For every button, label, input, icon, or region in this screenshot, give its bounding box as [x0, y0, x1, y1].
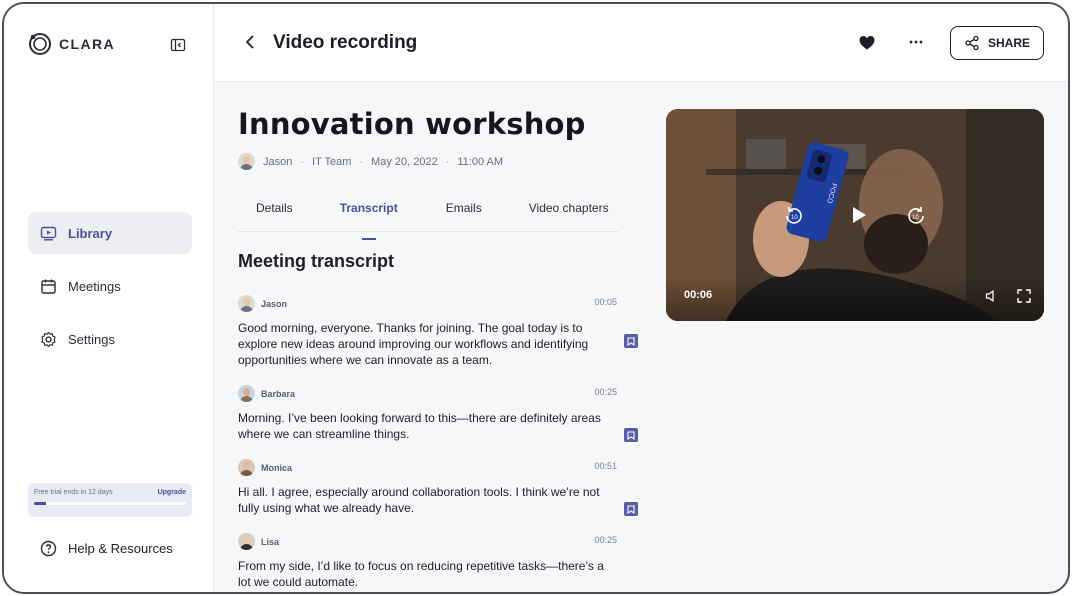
- sidebar-item-label: Library: [68, 225, 113, 241]
- svg-text:10: 10: [791, 215, 798, 221]
- clara-logo-icon: [29, 33, 51, 55]
- play-square-icon: [40, 226, 57, 241]
- meta-time: 11:00 AM: [457, 155, 504, 168]
- entry-timestamp[interactable]: 00:25: [594, 535, 617, 545]
- meeting-meta: Jason · IT Team · May 20, 2022 · 11:00 A…: [238, 153, 503, 170]
- meta-host: Jason: [263, 155, 293, 168]
- transcript-entry: Jason 00:05 Good morning, everyone. Than…: [238, 295, 638, 385]
- entry-text: Morning. I’ve been looking forward to th…: [238, 411, 601, 441]
- sidebar-item-label: Meetings: [68, 278, 121, 294]
- tab-transcript[interactable]: Transcript: [340, 197, 398, 240]
- svg-text:10: 10: [912, 215, 919, 221]
- fullscreen-icon[interactable]: [1016, 288, 1032, 304]
- transcript-heading: Meeting transcript: [238, 251, 395, 271]
- sidebar: CLARA Library Meetings Settings Free tri…: [4, 4, 214, 592]
- bookmark-button[interactable]: [624, 502, 638, 516]
- forward-10-icon[interactable]: 10: [904, 203, 928, 227]
- meta-separator: ·: [300, 155, 305, 168]
- meta-separator: ·: [445, 155, 450, 168]
- speaker-avatar: [238, 295, 255, 312]
- transcript-entry: Monica 00:51 Hi all. I agree, especially…: [238, 459, 638, 533]
- help-label: Help & Resources: [68, 541, 173, 556]
- bookmark-button[interactable]: [624, 428, 638, 442]
- entry-text: Hi all. I agree, especially around colla…: [238, 485, 600, 515]
- sidebar-collapse-icon: [170, 38, 186, 52]
- meta-team: IT Team: [312, 155, 352, 168]
- speaker-avatar: [238, 533, 255, 550]
- host-avatar: [238, 153, 255, 170]
- share-button[interactable]: SHARE: [950, 26, 1044, 60]
- transcript-entry: Barbara 00:25 Morning. I’ve been looking…: [238, 385, 638, 459]
- share-label: SHARE: [987, 36, 1030, 50]
- entry-timestamp[interactable]: 00:05: [594, 297, 617, 307]
- sidebar-item-meetings[interactable]: Meetings: [28, 265, 192, 307]
- trial-text: Free trial ends in 12 days: [34, 489, 113, 496]
- speaker-name: Jason: [261, 298, 288, 309]
- upgrade-link[interactable]: Upgrade: [158, 489, 186, 496]
- entry-timestamp[interactable]: 00:25: [594, 387, 617, 397]
- share-icon: [965, 35, 979, 51]
- play-icon[interactable]: [844, 201, 872, 229]
- meeting-title: Innovation workshop: [238, 107, 586, 141]
- entry-timestamp[interactable]: 00:51: [594, 461, 617, 471]
- current-time: 00:06: [684, 289, 713, 301]
- sidebar-item-label: Settings: [68, 331, 115, 347]
- speaker-name: Barbara: [261, 388, 296, 399]
- tab-emails[interactable]: Emails: [446, 197, 482, 231]
- bookmark-icon: [627, 430, 635, 440]
- main-content: Innovation workshop Jason · IT Team · Ma…: [214, 83, 1068, 592]
- collapse-sidebar-button[interactable]: [170, 37, 186, 53]
- meeting-tabs: Details Transcript Emails Video chapters: [238, 197, 618, 240]
- more-icon: [909, 40, 923, 44]
- favorite-button[interactable]: [858, 34, 876, 57]
- trial-progress-fill: [34, 502, 47, 505]
- meta-date: May 20, 2022: [371, 155, 438, 168]
- more-options-button[interactable]: [908, 34, 924, 54]
- sidebar-nav: Library Meetings Settings: [28, 212, 192, 371]
- speaker-avatar: [238, 385, 255, 402]
- rewind-10-icon[interactable]: 10: [782, 203, 806, 227]
- calendar-icon: [41, 279, 56, 294]
- sidebar-item-library[interactable]: Library: [28, 212, 192, 254]
- meta-separator: ·: [359, 155, 364, 168]
- volume-icon[interactable]: [984, 288, 1000, 304]
- speaker-avatar: [238, 459, 255, 476]
- bookmark-button[interactable]: [624, 334, 638, 348]
- back-button[interactable]: [242, 34, 258, 55]
- app-window: CLARA Library Meetings Settings Free tri…: [2, 2, 1070, 594]
- transcript-entry: Lisa 00:25 From my side, I’d like to foc…: [238, 533, 618, 592]
- page-title: Video recording: [273, 32, 418, 53]
- logo[interactable]: CLARA: [28, 32, 115, 56]
- video-player[interactable]: POCO 10 10 00:06: [666, 109, 1044, 321]
- trial-banner: Free trial ends in 12 days Upgrade: [28, 483, 192, 517]
- sidebar-item-settings[interactable]: Settings: [28, 318, 192, 360]
- tab-video-chapters[interactable]: Video chapters: [529, 197, 609, 231]
- speaker-name: Lisa: [261, 536, 280, 547]
- tab-details[interactable]: Details: [256, 197, 293, 231]
- gear-icon: [41, 331, 56, 347]
- entry-text: Good morning, everyone. Thanks for joini…: [238, 321, 589, 367]
- logo-text: CLARA: [59, 36, 115, 52]
- bookmark-icon: [627, 504, 635, 514]
- entry-text: From my side, I’d like to focus on reduc…: [238, 559, 604, 589]
- chevron-left-icon: [246, 35, 254, 49]
- bookmark-icon: [627, 336, 635, 346]
- top-bar: Video recording SHARE: [214, 4, 1068, 82]
- speaker-name: Monica: [261, 462, 293, 473]
- help-circle-icon: [40, 540, 57, 557]
- heart-icon: [859, 36, 875, 50]
- transcript-list: Jason 00:05 Good morning, everyone. Than…: [238, 295, 638, 592]
- trial-progress-bar: [34, 502, 186, 505]
- help-resources-link[interactable]: Help & Resources: [40, 540, 173, 557]
